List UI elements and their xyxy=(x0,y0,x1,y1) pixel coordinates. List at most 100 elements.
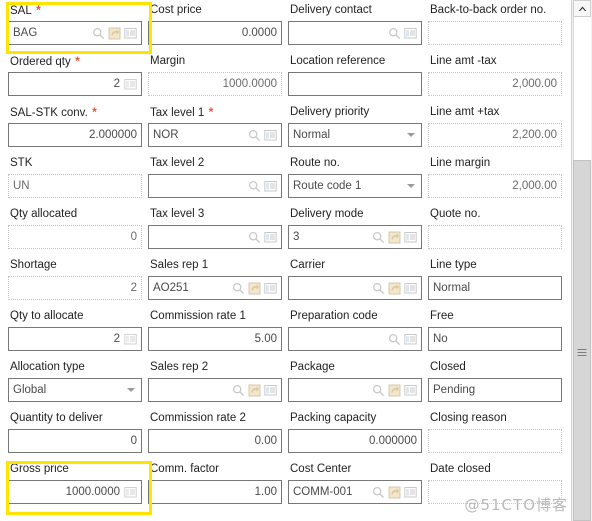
list-icon[interactable] xyxy=(404,486,417,499)
field-input-tax-level-2[interactable] xyxy=(148,174,282,198)
calculator-icon[interactable] xyxy=(124,333,137,346)
search-icon[interactable] xyxy=(248,180,261,193)
lookup-icon[interactable] xyxy=(388,282,401,295)
field-input-delivery-priority[interactable]: Normal xyxy=(288,123,422,147)
search-icon[interactable] xyxy=(372,486,385,499)
field-cell-tax-level-1: Tax level 1 * NOR xyxy=(148,106,288,157)
field-input-sal-stk-conv[interactable]: 2.000000 xyxy=(8,123,142,147)
field-input-package[interactable] xyxy=(288,378,422,402)
field-cell-margin: Margin 1000.0000 xyxy=(148,55,288,106)
field-icons xyxy=(372,282,421,295)
list-icon[interactable] xyxy=(404,231,417,244)
field-input-sales-rep-2[interactable] xyxy=(148,378,282,402)
field-label-tax-level-1: Tax level 1 * xyxy=(150,105,214,120)
field-input-delivery-mode[interactable]: 3 xyxy=(288,225,422,249)
field-row: SAL-STK conv. * 2.000000 Tax level 1 * NOR D… xyxy=(8,106,572,157)
field-label-quantity-to-deliver: Quantity to deliver xyxy=(10,412,103,424)
field-input-closed[interactable]: Pending xyxy=(428,378,562,402)
search-icon[interactable] xyxy=(92,27,105,40)
field-input-comm-factor[interactable]: 1.00 xyxy=(148,480,282,504)
list-icon[interactable] xyxy=(404,282,417,295)
chevron-down-icon[interactable] xyxy=(407,133,415,137)
field-value-closed: Pending xyxy=(433,384,476,396)
field-input-tax-level-1[interactable]: NOR xyxy=(148,123,282,147)
field-icons xyxy=(232,282,281,295)
field-value-margin: 1000.0000 xyxy=(222,78,277,90)
field-cell-back-to-back-order-no: Back-to-back order no. xyxy=(428,4,568,55)
chevron-down-icon[interactable] xyxy=(127,388,135,392)
search-icon[interactable] xyxy=(372,231,385,244)
field-input-sales-rep-1[interactable]: AO251 xyxy=(148,276,282,300)
lookup-icon[interactable] xyxy=(388,384,401,397)
list-icon[interactable] xyxy=(124,27,137,40)
field-label-qty-allocated: Qty allocated xyxy=(10,208,78,220)
field-input-quantity-to-deliver[interactable]: 0 xyxy=(8,429,142,453)
scroll-up-button[interactable] xyxy=(573,0,591,17)
field-input-allocation-type[interactable]: Global xyxy=(8,378,142,402)
list-icon[interactable] xyxy=(264,129,277,142)
field-input-location-reference[interactable] xyxy=(288,72,422,96)
field-label-sal: SAL * xyxy=(10,3,41,18)
list-icon[interactable] xyxy=(404,27,417,40)
field-input-preparation-code[interactable] xyxy=(288,327,422,351)
field-cell-qty-allocated: Qty allocated 0 xyxy=(8,208,148,259)
field-input-packing-capacity[interactable]: 0.000000 xyxy=(288,429,422,453)
field-label-sales-rep-2: Sales rep 2 xyxy=(150,361,209,373)
field-input-free[interactable]: No xyxy=(428,327,562,351)
field-input-commission-rate-2[interactable]: 0.00 xyxy=(148,429,282,453)
field-input-tax-level-3[interactable] xyxy=(148,225,282,249)
field-input-delivery-contact[interactable] xyxy=(288,21,422,45)
list-icon[interactable] xyxy=(264,384,277,397)
lookup-icon[interactable] xyxy=(388,486,401,499)
calculator-icon[interactable] xyxy=(124,486,137,499)
field-icons xyxy=(92,27,141,40)
field-input-line-margin: 2,000.00 xyxy=(428,174,562,198)
field-input-gross-price[interactable]: 1000.0000 xyxy=(8,480,142,504)
list-icon[interactable] xyxy=(404,384,417,397)
field-cell-shortage: Shortage 2 xyxy=(8,259,148,310)
field-cell-tax-level-3: Tax level 3 xyxy=(148,208,288,259)
search-icon[interactable] xyxy=(372,282,385,295)
search-icon[interactable] xyxy=(248,231,261,244)
field-icons xyxy=(372,486,421,499)
lookup-icon[interactable] xyxy=(248,384,261,397)
field-input-route-no[interactable]: Route code 1 xyxy=(288,174,422,198)
field-input-sal[interactable]: BAG xyxy=(8,21,142,45)
field-label-line-margin: Line margin xyxy=(430,157,491,169)
scrollbar-track-upper[interactable] xyxy=(573,17,591,160)
lookup-icon[interactable] xyxy=(248,282,261,295)
search-icon[interactable] xyxy=(372,384,385,397)
field-cell-stk: STK UN xyxy=(8,157,148,208)
field-input-cost-price[interactable]: 0.0000 xyxy=(148,21,282,45)
search-icon[interactable] xyxy=(232,282,245,295)
search-icon[interactable] xyxy=(388,333,401,346)
field-input-cost-center[interactable]: COMM-001 xyxy=(288,480,422,504)
list-icon[interactable] xyxy=(404,333,417,346)
field-input-qty-to-allocate[interactable]: 2 xyxy=(8,327,142,351)
search-icon[interactable] xyxy=(388,27,401,40)
list-icon[interactable] xyxy=(264,282,277,295)
lookup-icon[interactable] xyxy=(108,27,121,40)
list-icon[interactable] xyxy=(264,231,277,244)
field-input-line-amt-minus-tax: 2,000.00 xyxy=(428,72,562,96)
field-label-ordered-qty: Ordered qty * xyxy=(10,54,80,69)
field-value-comm-factor: 1.00 xyxy=(254,486,277,498)
chevron-down-icon[interactable] xyxy=(407,184,415,188)
field-input-commission-rate-1[interactable]: 5.00 xyxy=(148,327,282,351)
lookup-icon[interactable] xyxy=(388,231,401,244)
field-value-stk: UN xyxy=(13,180,30,192)
field-label-package: Package xyxy=(290,361,335,373)
field-input-qty-allocated: 0 xyxy=(8,225,142,249)
vertical-scrollbar[interactable] xyxy=(571,0,592,521)
field-icons xyxy=(232,384,281,397)
scrollbar-thumb[interactable] xyxy=(573,160,591,521)
list-icon[interactable] xyxy=(264,180,277,193)
field-input-ordered-qty[interactable]: 2 xyxy=(8,72,142,96)
search-icon[interactable] xyxy=(248,129,261,142)
required-marker: * xyxy=(88,105,97,119)
field-label-carrier: Carrier xyxy=(290,259,326,271)
calculator-icon[interactable] xyxy=(124,78,137,91)
field-input-carrier[interactable] xyxy=(288,276,422,300)
field-input-line-type[interactable]: Normal xyxy=(428,276,562,300)
search-icon[interactable] xyxy=(232,384,245,397)
